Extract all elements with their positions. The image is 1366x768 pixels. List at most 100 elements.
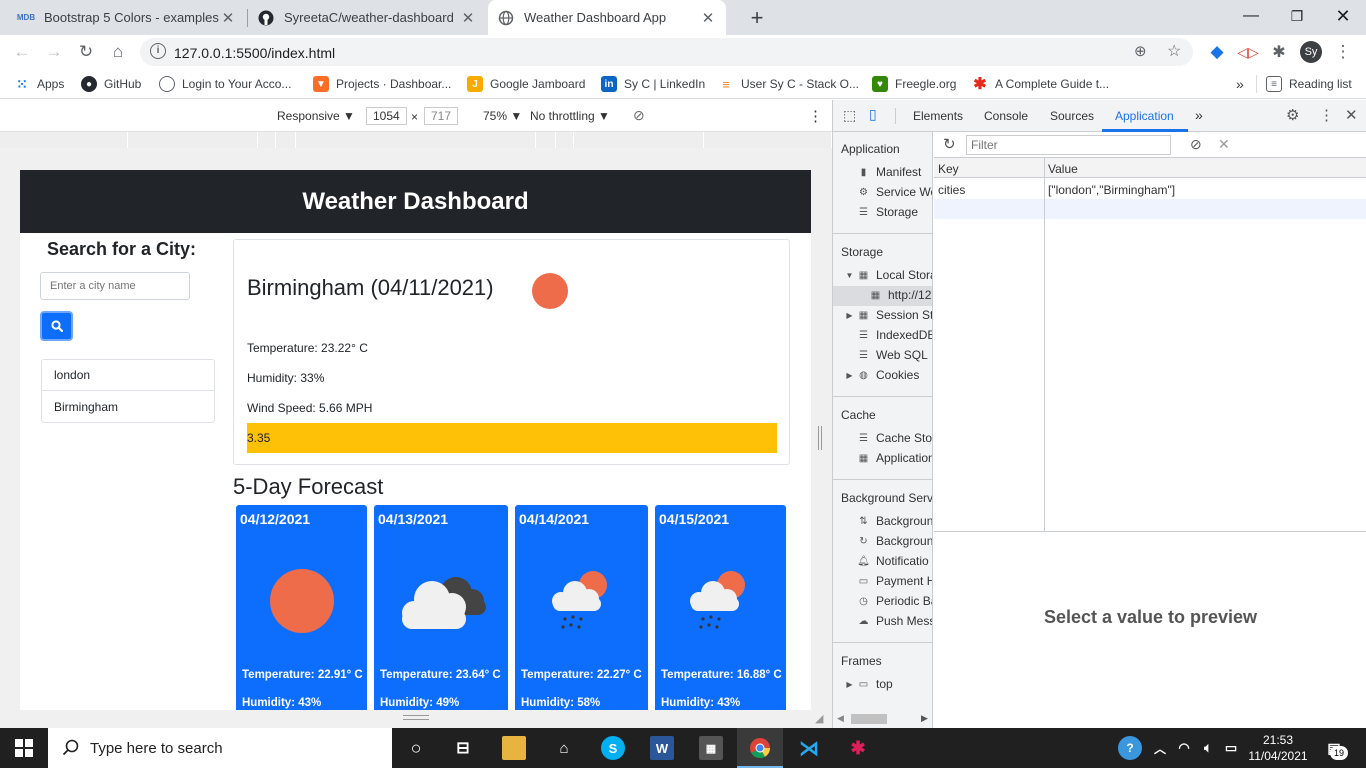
bookmark-jamboard[interactable]: J Google Jamboard: [467, 75, 585, 93]
profile-avatar[interactable]: Sy: [1300, 41, 1322, 63]
more-bookmarks-button[interactable]: »: [1236, 75, 1244, 93]
bookmark-stackoverflow[interactable]: ≡ User Sy C - Stack O...: [718, 75, 859, 93]
tab-bootstrap-colors[interactable]: MDB Bootstrap 5 Colors - examples & ✕: [8, 0, 246, 35]
device-menu-kebab-icon[interactable]: ⋮: [808, 107, 823, 125]
word-icon[interactable]: W: [650, 736, 674, 760]
task-view-icon[interactable]: ⊟: [451, 736, 475, 760]
tab-application[interactable]: Application: [1115, 109, 1174, 123]
slack-icon[interactable]: ✱: [846, 736, 870, 760]
show-hidden-icons-chevron[interactable]: ︿: [1148, 736, 1172, 760]
sidebar-item-background-fetch[interactable]: ⇅ Backgroun: [857, 514, 932, 528]
help-icon[interactable]: ?: [1118, 736, 1142, 760]
bookmark-freegle[interactable]: ♥ Freegle.org: [872, 75, 956, 93]
tab-weather-dashboard[interactable]: Weather Dashboard App ✕: [488, 0, 726, 35]
tab-console[interactable]: Console: [984, 109, 1028, 123]
column-header-value[interactable]: Value: [1048, 162, 1078, 176]
reload-icon[interactable]: ↻: [74, 40, 98, 64]
sidebar-item-storage[interactable]: ☰ Storage: [857, 205, 918, 219]
tab-github-repo[interactable]: SyreetaC/weather-dashboard ✕: [248, 0, 486, 35]
history-item-birmingham[interactable]: Birmingham: [42, 391, 214, 422]
sidebar-item-manifest[interactable]: ▮ Manifest: [857, 165, 922, 179]
reading-list-button[interactable]: ≡ Reading list: [1266, 75, 1352, 93]
close-icon[interactable]: ✕: [220, 9, 236, 27]
close-icon[interactable]: ✕: [700, 9, 716, 27]
zoom-icon[interactable]: ⊕: [1134, 42, 1147, 60]
sidebar-item-cookies[interactable]: ▶ ◍ Cookies: [845, 368, 919, 382]
tab-elements[interactable]: Elements: [913, 109, 963, 123]
scroll-right-icon[interactable]: ▶: [921, 713, 928, 724]
address-bar[interactable]: i 127.0.0.1:5500/index.html ⊕ ☆: [140, 38, 1193, 66]
bookmark-github[interactable]: ● GitHub: [81, 75, 141, 93]
file-explorer-icon[interactable]: [502, 736, 526, 760]
sidebar-item-application-cache[interactable]: ▦ Application: [857, 451, 932, 465]
sidebar-item-local-origin[interactable]: ▦ http://12: [869, 288, 932, 302]
sidebar-item-periodic-sync[interactable]: ◷ Periodic Ba: [857, 594, 932, 608]
inspect-element-icon[interactable]: ⬚: [843, 107, 856, 124]
taskbar-search-box[interactable]: Type here to search: [48, 728, 392, 768]
sidebar-item-indexeddb[interactable]: ☰ IndexedDB: [857, 328, 932, 342]
clear-all-icon[interactable]: ⊘: [1190, 136, 1202, 153]
sidebar-item-payment-handler[interactable]: ▭ Payment H: [857, 574, 932, 588]
filter-input[interactable]: [966, 135, 1171, 155]
settings-gear-icon[interactable]: ⚙: [1286, 106, 1299, 124]
bookmark-star-icon[interactable]: ☆: [1167, 41, 1181, 61]
extension-icon[interactable]: ◁▷: [1236, 40, 1260, 64]
resize-corner-icon[interactable]: ◢: [815, 712, 823, 725]
scrollbar-thumb[interactable]: [851, 714, 887, 724]
chrome-taskbar-active[interactable]: [737, 728, 783, 768]
back-arrow-icon[interactable]: ←: [10, 40, 34, 64]
scroll-left-icon[interactable]: ◀: [837, 713, 844, 724]
viewport-height-input[interactable]: 717: [424, 107, 459, 125]
refresh-icon[interactable]: ↻: [943, 135, 956, 153]
home-icon[interactable]: ⌂: [106, 40, 130, 64]
media-query-ruler[interactable]: [0, 132, 832, 148]
delete-selected-icon[interactable]: ✕: [1218, 136, 1230, 153]
device-mode-select[interactable]: Responsive ▼: [277, 109, 355, 123]
vscode-icon[interactable]: ⋊: [797, 736, 821, 760]
history-item-london[interactable]: london: [42, 360, 214, 391]
zoom-select[interactable]: 75% ▼: [483, 109, 522, 123]
cortana-circle-icon[interactable]: ○: [404, 736, 428, 760]
device-toggle-icon[interactable]: ▯: [869, 106, 877, 123]
sidebar-item-web-sql[interactable]: ☰ Web SQL: [857, 348, 928, 362]
tab-sources[interactable]: Sources: [1050, 109, 1094, 123]
devtools-close-icon[interactable]: ✕: [1345, 106, 1358, 124]
forward-arrow-icon[interactable]: →: [42, 40, 66, 64]
sidebar-item-local-storage[interactable]: ▼ ▦ Local Stora: [845, 268, 932, 282]
sidebar-horizontal-scrollbar[interactable]: ◀ ▶: [833, 710, 932, 728]
table-row[interactable]: cities ["london","Birmingham"]: [934, 179, 1366, 199]
sidebar-item-session-storage[interactable]: ▶ ▦ Session Sto: [845, 308, 932, 322]
bookmark-linkedin[interactable]: in Sy C | LinkedIn: [601, 75, 705, 93]
info-icon[interactable]: i: [150, 43, 166, 59]
viewport-width-input[interactable]: 1054: [366, 107, 407, 125]
sidebar-item-push-messaging[interactable]: ☁ Push Mess: [857, 614, 933, 628]
calculator-icon[interactable]: ▦: [699, 736, 723, 760]
rotate-disabled-icon[interactable]: ⊘: [633, 107, 645, 124]
taskbar-clock[interactable]: 21:53 11/04/2021: [1246, 732, 1310, 764]
bookmark-apps[interactable]: ⁙ Apps: [14, 75, 64, 93]
window-close-button[interactable]: ✕: [1320, 0, 1366, 32]
extensions-puzzle-icon[interactable]: ✱: [1267, 40, 1291, 64]
search-button[interactable]: [40, 311, 73, 341]
column-header-key[interactable]: Key: [938, 162, 959, 176]
more-tabs-button[interactable]: »: [1195, 107, 1203, 123]
sidebar-item-frame-top[interactable]: ▶ ▭ top: [845, 677, 892, 691]
extension-shield-icon[interactable]: ◆: [1205, 40, 1229, 64]
bookmark-gitlab[interactable]: ▼ Projects · Dashboar...: [313, 75, 451, 93]
close-icon[interactable]: ✕: [460, 9, 476, 27]
restore-button[interactable]: ❐: [1274, 0, 1320, 32]
resize-handle-bottom[interactable]: [403, 715, 429, 720]
devtools-menu-kebab-icon[interactable]: ⋮: [1319, 106, 1334, 124]
sidebar-item-service-workers[interactable]: ⚙ Service Wo: [857, 185, 932, 199]
volume-icon[interactable]: 🔈︎: [1196, 736, 1220, 760]
sidebar-item-background-sync[interactable]: ↻ Backgroun: [857, 534, 932, 548]
resize-handle-right[interactable]: [818, 426, 822, 450]
sidebar-item-cache-storage[interactable]: ☰ Cache Stor: [857, 431, 932, 445]
new-tab-button[interactable]: +: [734, 2, 780, 34]
battery-icon[interactable]: ▭: [1219, 736, 1243, 760]
throttling-select[interactable]: No throttling ▼: [530, 109, 610, 123]
sidebar-item-notifications[interactable]: 🔔︎ Notificatio: [857, 554, 929, 568]
skype-icon[interactable]: S: [601, 736, 625, 760]
windows-start-icon[interactable]: [12, 736, 36, 760]
menu-kebab-icon[interactable]: ⋮: [1331, 40, 1355, 64]
